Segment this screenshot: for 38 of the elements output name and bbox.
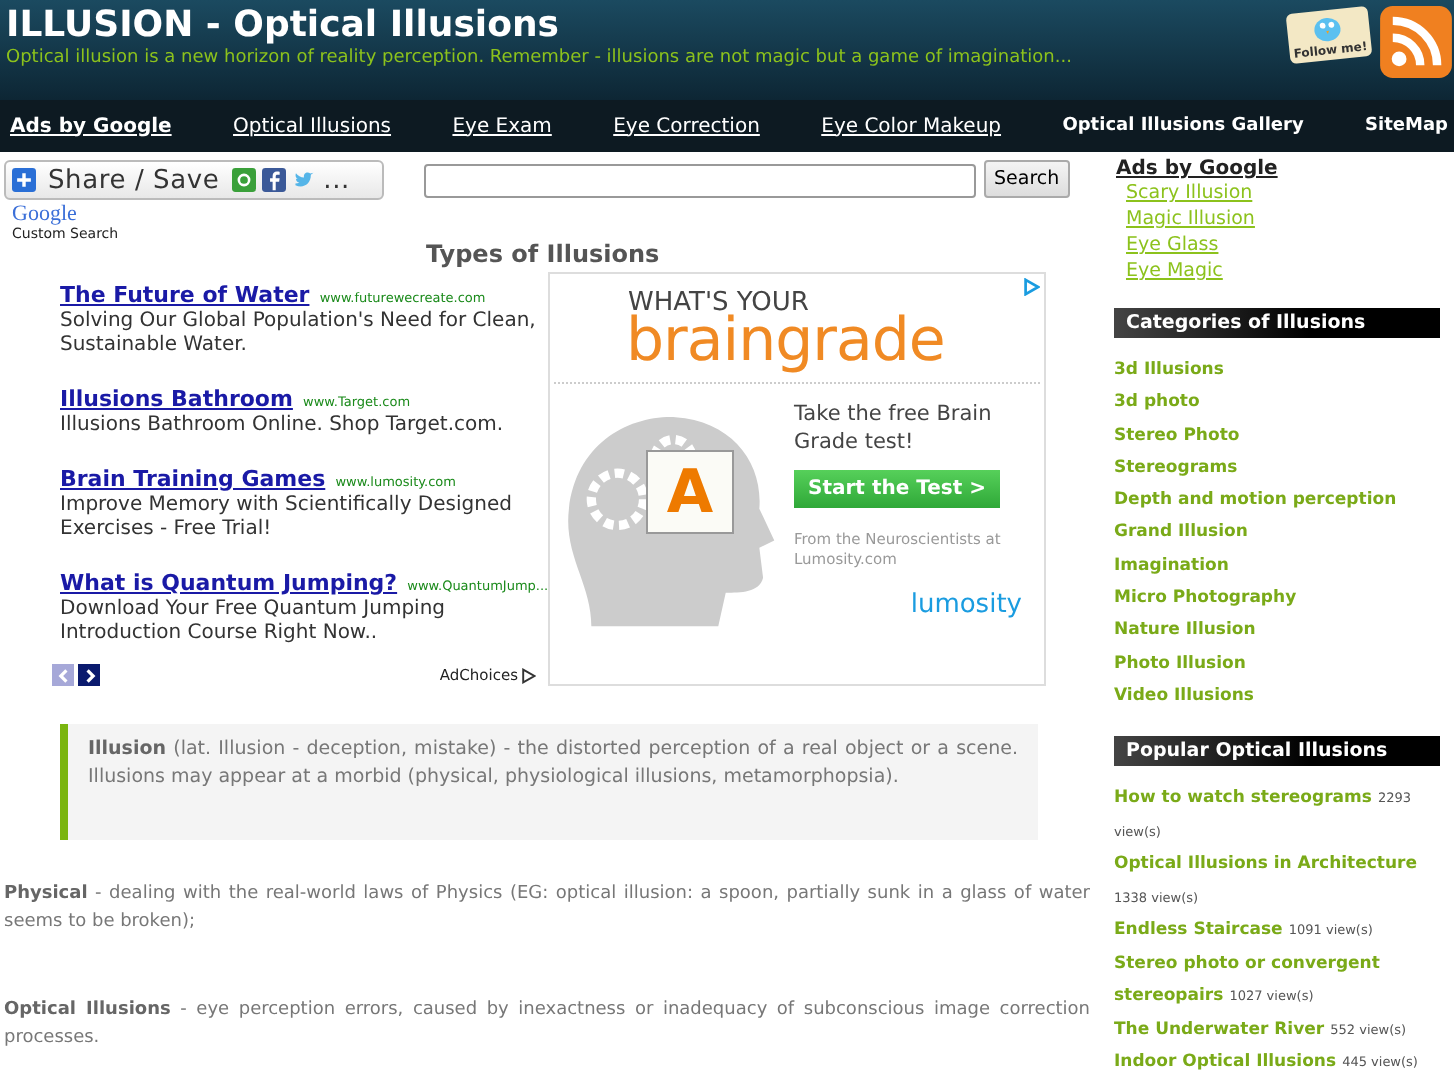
bird-icon bbox=[291, 168, 316, 192]
nav-link[interactable]: Eye Color Makeup bbox=[821, 115, 1002, 137]
site-title: ILLUSION - Optical Illusions bbox=[6, 4, 561, 48]
ad-title-link[interactable]: The Future of Water bbox=[60, 282, 310, 308]
facebook-icon bbox=[261, 168, 286, 192]
grade-card: A bbox=[646, 450, 734, 534]
ads-heading: Ads by Google bbox=[1116, 158, 1278, 180]
ad-title-link[interactable]: Illusions Bathroom bbox=[60, 386, 293, 412]
search-field[interactable] bbox=[424, 164, 976, 198]
share-save-button[interactable]: Share / Save ... bbox=[4, 160, 384, 200]
google-logo: Google bbox=[12, 204, 79, 224]
ad-description: Illusions Bathroom Online. Shop Target.com. bbox=[60, 414, 506, 438]
definition-paragraph: Physical - dealing with the real-world laws of Physics (EG: optical illusion: a spoon, partially sunk in a glass of water seems to be broken); bbox=[4, 882, 1090, 936]
nav-link[interactable]: Optical Illusions bbox=[233, 115, 392, 137]
lumosity-logo: lumosity bbox=[910, 590, 1022, 620]
search-button[interactable]: Search bbox=[984, 160, 1070, 198]
rss-icon[interactable] bbox=[1378, 4, 1454, 80]
popular-heading: Popular Optical Illusions bbox=[1114, 736, 1440, 767]
plus-icon bbox=[12, 168, 36, 192]
site-tagline: Optical illusion is a new horizon of reality perception. Remember - illusions are not magic but a game of imagination... bbox=[6, 48, 1072, 68]
nav-link[interactable]: Eye Exam bbox=[452, 115, 552, 137]
play-triangle-icon bbox=[1022, 278, 1040, 296]
nav-link[interactable]: Eye Correction bbox=[613, 115, 760, 137]
play-triangle-icon bbox=[520, 667, 536, 683]
ads-section-label: Ads by Google bbox=[10, 115, 172, 137]
ad-description: Download Your Free Quantum Jumping Introduction Course Right Now.. bbox=[60, 598, 448, 646]
nav-link[interactable]: Optical Illusions Gallery bbox=[1062, 116, 1304, 136]
definition-paragraph: Optical Illusions - eye perception errors, caused by inexactness or inadequacy of subconscious image correction processes. bbox=[4, 998, 1090, 1052]
ad-description: Improve Memory with Scientifically Designed Exercises - Free Trial! bbox=[60, 494, 514, 542]
section-title: Types of Illusions bbox=[426, 240, 662, 268]
nav-link[interactable]: SiteMap bbox=[1365, 116, 1448, 136]
categories-heading: Categories of Illusions bbox=[1114, 308, 1440, 338]
next-button[interactable] bbox=[78, 664, 100, 686]
ad-title-link[interactable]: What is Quantum Jumping? bbox=[60, 570, 398, 596]
ad-description: Solving Our Global Population's Need for Clean, Sustainable Water. bbox=[60, 310, 536, 358]
banner-pitch: Take the free Brain Grade test! bbox=[794, 400, 994, 456]
definition-quote: Illusion (lat. Illusion - deception, mistake) - the distorted perception of a real object or a scene. Illusions may appear at a morbid (physical, physiological illusions, metamorphopsia). bbox=[60, 724, 1038, 840]
ad-title-link[interactable]: Brain Training Games bbox=[60, 466, 326, 492]
